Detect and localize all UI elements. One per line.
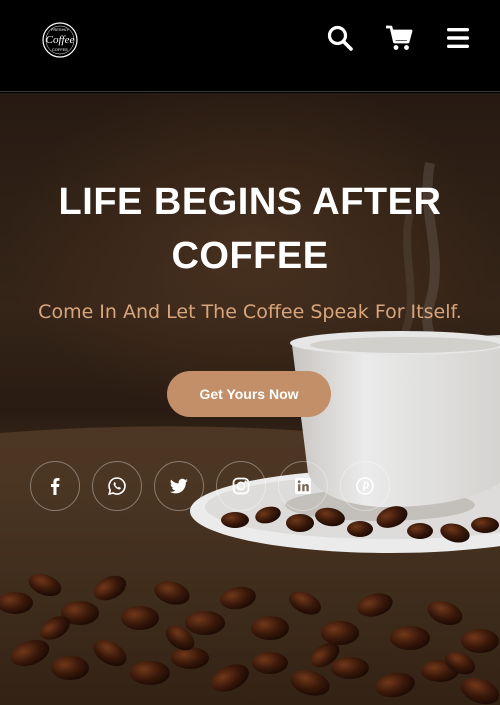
logo-top-text: FRESHLY [51, 27, 69, 32]
instagram-icon [232, 477, 250, 495]
linkedin-button[interactable] [278, 461, 328, 511]
facebook-icon [51, 478, 60, 495]
twitter-button[interactable] [154, 461, 204, 511]
hero-title: LIFE BEGINS AFTER COFFEE [58, 181, 442, 277]
whatsapp-button[interactable] [92, 461, 142, 511]
instagram-button[interactable] [216, 461, 266, 511]
whatsapp-icon [108, 477, 126, 496]
logo[interactable]: FRESHLY Coffee COFFEE [40, 20, 80, 60]
search-icon[interactable] [326, 24, 354, 52]
logo-bottom-text: COFFEE [52, 47, 69, 52]
facebook-button[interactable] [30, 461, 80, 511]
pinterest-button[interactable] [340, 461, 390, 511]
twitter-icon [170, 478, 188, 494]
hero-section: LIFE BEGINS AFTER COFFEE Come In And Let… [0, 93, 500, 705]
menu-icon[interactable] [444, 24, 472, 52]
logo-text: Coffee [46, 34, 75, 46]
hero-subtitle: Come In And Let The Coffee Speak For Its… [38, 301, 462, 323]
cart-icon[interactable] [385, 24, 413, 52]
pinterest-icon [356, 477, 374, 495]
linkedin-icon [295, 478, 311, 494]
get-yours-now-button[interactable]: Get Yours Now [167, 371, 331, 417]
navbar: FRESHLY Coffee COFFEE [0, 0, 500, 92]
